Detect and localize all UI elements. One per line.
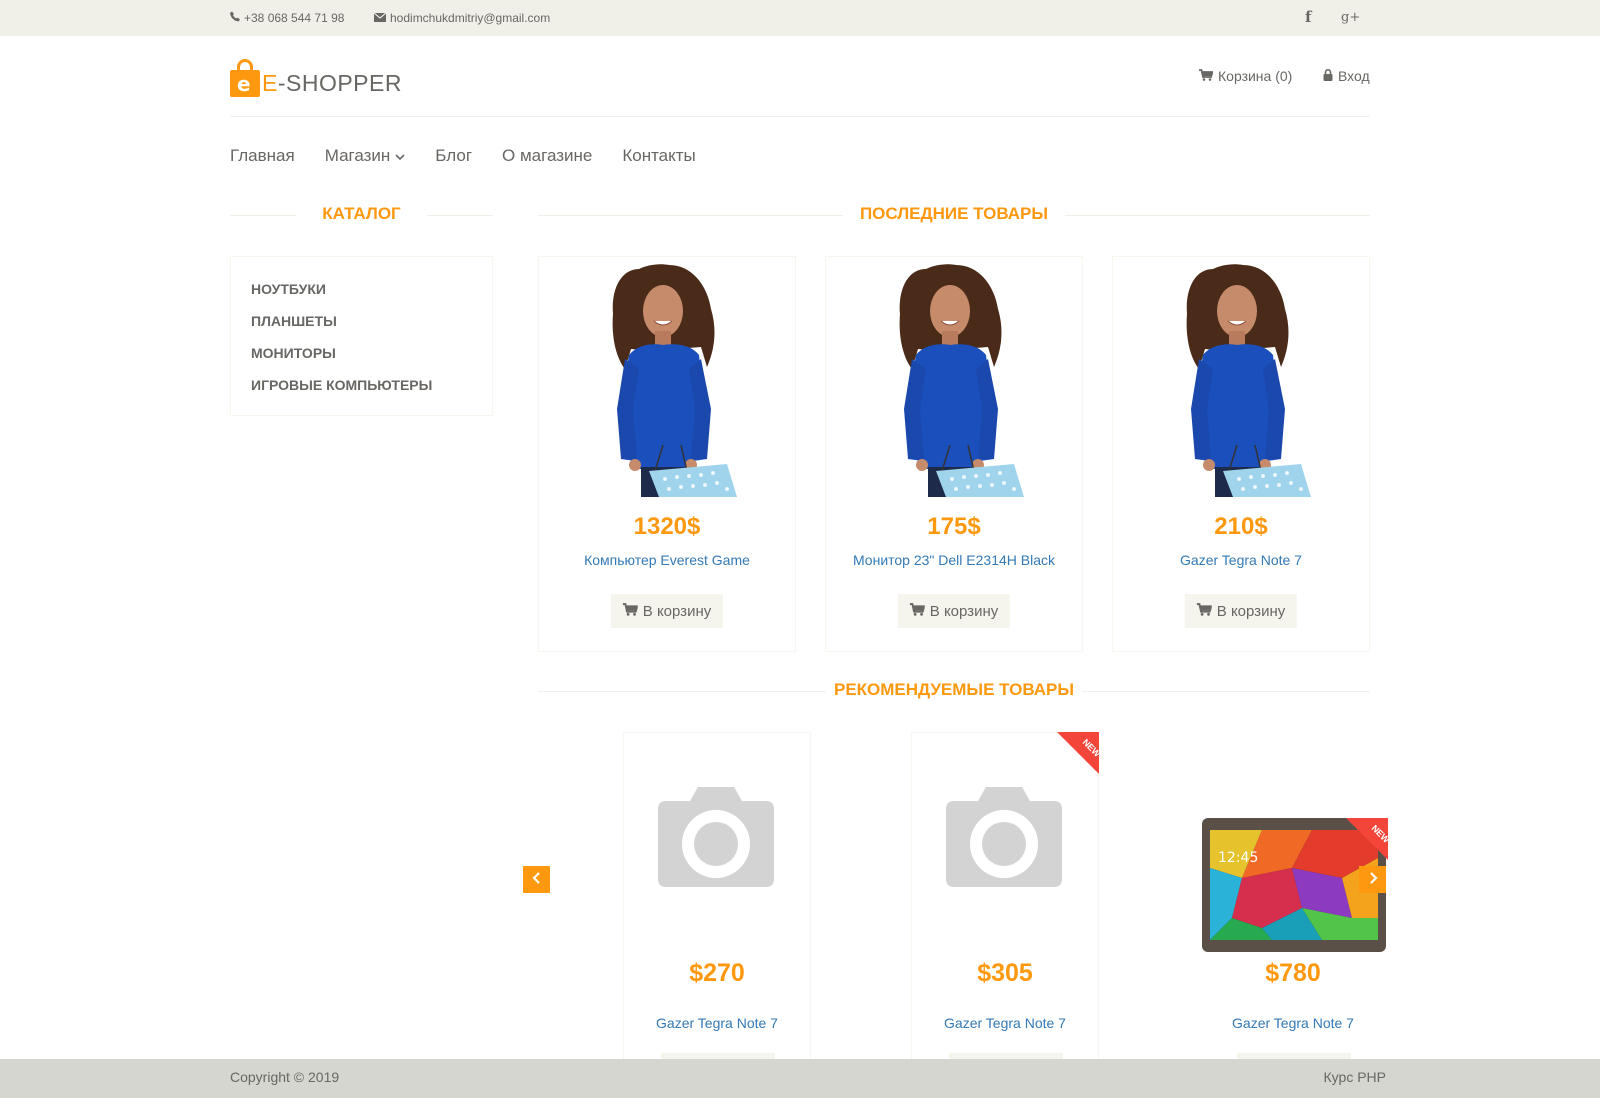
nav-item-about[interactable]: О магазине [502, 146, 592, 166]
product-name-link[interactable]: Компьютер Everest Game [539, 552, 795, 568]
catalog-panel: НОУТБУКИ ПЛАНШЕТЫ МОНИТОРЫ ИГРОВЫЕ КОМПЬ… [230, 256, 493, 416]
carousel-prev-button[interactable] [523, 866, 550, 893]
nav-item-shop-label: Магазин [324, 146, 391, 165]
product-price: 210$ [1214, 513, 1268, 540]
top-bar: +38 068 544 71 98 hodimchukdmitriy@gmail… [0, 0, 1600, 36]
shopping-cart-icon [909, 602, 926, 620]
chevron-right-icon [1368, 871, 1378, 889]
recommended-name-link[interactable]: Gazer Tegra Note 7 [912, 1015, 1098, 1031]
recommended-price: $270 [689, 959, 745, 987]
nav-item-blog[interactable]: Блог [435, 146, 472, 166]
recommended-item: NEW $305 Gazer Tegra Note 7 [911, 732, 1099, 1073]
cart-link[interactable]: Корзина (0) [1199, 68, 1292, 84]
google-plus-icon[interactable]: g+ [1341, 10, 1360, 25]
logo-text-e: E [262, 70, 278, 96]
product-image[interactable] [838, 259, 1070, 497]
phone-icon [230, 11, 240, 25]
camera-placeholder-icon[interactable] [946, 787, 1062, 892]
add-to-cart-label: В корзину [1216, 602, 1286, 620]
recommended-price: $780 [1265, 959, 1321, 987]
product-name-link[interactable]: Gazer Tegra Note 7 [1113, 552, 1369, 568]
envelope-icon [373, 11, 387, 25]
cart-label: Корзина (0) [1218, 68, 1293, 84]
add-to-cart-button[interactable]: В корзину [610, 594, 724, 628]
recommended-item: 12:45 NEW $780 Gazer Tegra Note 7 [1199, 732, 1388, 1073]
logo[interactable]: e E-SHOPPER [230, 57, 402, 97]
product-image[interactable] [1125, 259, 1357, 497]
footer: Copyright © 2019 Курс PHP [0, 1059, 1600, 1098]
catalog-item-gaming-pcs[interactable]: ИГРОВЫЕ КОМПЬЮТЕРЫ [231, 369, 492, 401]
svg-text:12:45: 12:45 [1218, 850, 1258, 866]
course-link[interactable]: Курс PHP [1324, 1069, 1386, 1085]
recommended-price: $305 [977, 959, 1033, 987]
camera-placeholder-icon[interactable] [658, 787, 774, 892]
phone-number: +38 068 544 71 98 [244, 11, 345, 25]
login-link[interactable]: Вход [1323, 68, 1370, 84]
nav-item-contacts[interactable]: Контакты [622, 146, 695, 166]
phone-contact[interactable]: +38 068 544 71 98 [230, 11, 344, 25]
recommended-item: $270 Gazer Tegra Note 7 [623, 732, 811, 1073]
nav-item-shop[interactable]: Магазин [325, 146, 406, 166]
latest-products-heading: ПОСЛЕДНИЕ ТОВАРЫ [538, 204, 1370, 228]
add-to-cart-label: В корзину [929, 602, 999, 620]
facebook-icon[interactable]: f [1305, 8, 1311, 26]
catalog-item-monitors[interactable]: МОНИТОРЫ [231, 337, 492, 369]
carousel-next-button[interactable] [1359, 866, 1386, 893]
recommended-products-heading: РЕКОМЕНДУЕМЫЕ ТОВАРЫ [538, 680, 1370, 704]
recommended-products-title: РЕКОМЕНДУЕМЫЕ ТОВАРЫ [826, 680, 1082, 700]
catalog-item-tablets[interactable]: ПЛАНШЕТЫ [231, 305, 492, 337]
chevron-left-icon [531, 871, 542, 889]
recommended-name-link[interactable]: Gazer Tegra Note 7 [1200, 1015, 1386, 1031]
product-price: 1320$ [633, 513, 701, 540]
header-divider [230, 116, 1370, 117]
catalog-heading: КАТАЛОГ [230, 204, 493, 228]
shopping-bag-icon: e [230, 59, 260, 97]
logo-text: E-SHOPPER [262, 69, 402, 97]
product-card: 175$ Монитор 23" Dell E2314H Black В кор… [825, 256, 1083, 652]
product-card: 210$ Gazer Tegra Note 7 В корзину [1112, 256, 1370, 652]
product-image[interactable] [551, 259, 783, 497]
shopping-cart-icon [1199, 68, 1214, 84]
email-address: hodimchukdmitriy@gmail.com [390, 11, 551, 25]
logo-text-shopper: -SHOPPER [277, 70, 402, 96]
product-price: 175$ [927, 513, 981, 540]
add-to-cart-button[interactable]: В корзину [897, 594, 1011, 628]
nav-item-home[interactable]: Главная [230, 146, 295, 166]
lock-icon [1323, 68, 1333, 84]
shopping-cart-icon [1196, 602, 1213, 620]
main-nav: Главная Магазин Блог О магазине Контакты [230, 146, 696, 166]
product-card: 1320$ Компьютер Everest Game В корзину [538, 256, 796, 652]
copyright-text: Copyright © 2019 [230, 1069, 340, 1085]
shopping-cart-icon [622, 602, 639, 620]
login-label: Вход [1338, 68, 1370, 84]
add-to-cart-button[interactable]: В корзину [1184, 594, 1298, 628]
catalog-item-laptops[interactable]: НОУТБУКИ [231, 273, 492, 305]
new-badge: NEW [1057, 732, 1099, 774]
recommended-name-link[interactable]: Gazer Tegra Note 7 [624, 1015, 810, 1031]
chevron-down-icon [395, 146, 405, 166]
latest-products-title: ПОСЛЕДНИЕ ТОВАРЫ [843, 204, 1065, 224]
email-contact[interactable]: hodimchukdmitriy@gmail.com [373, 11, 551, 25]
catalog-title: КАТАЛОГ [296, 204, 427, 224]
new-badge: NEW [1346, 818, 1388, 860]
add-to-cart-label: В корзину [642, 602, 712, 620]
product-name-link[interactable]: Монитор 23" Dell E2314H Black [826, 552, 1082, 568]
